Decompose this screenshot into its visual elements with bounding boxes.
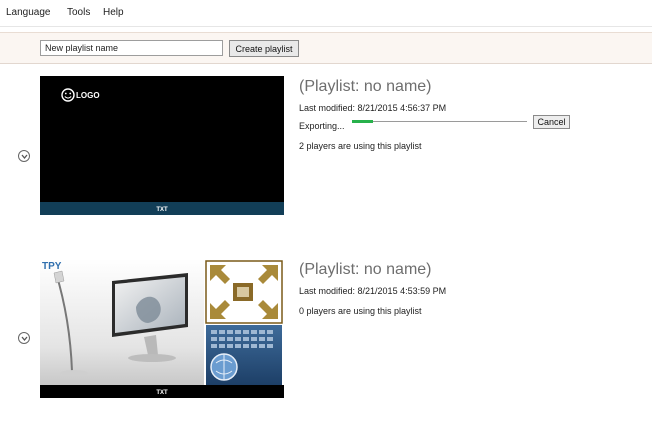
thumbnail-brand-text: TPY — [42, 261, 62, 272]
playlist-card: LOGO TXT (Playlist: no name) Last modifi… — [0, 70, 652, 220]
playlist-card: TPY TXT (Playlist: no name) Last modifie… — [0, 255, 652, 405]
menu-tools[interactable]: Tools — [67, 7, 90, 18]
last-modified-text: Last modified: 8/21/2015 4:53:59 PM — [299, 286, 447, 296]
players-count-text: 2 players are using this playlist — [299, 141, 422, 151]
thumbnail-image: LOGO TXT — [40, 76, 284, 215]
thumbnail-logo-text: LOGO — [76, 91, 100, 100]
chevron-down-icon — [21, 154, 27, 159]
menu-help[interactable]: Help — [103, 7, 124, 18]
menu-language[interactable]: Language — [6, 7, 51, 18]
playlist-title[interactable]: (Playlist: no name) — [299, 261, 432, 279]
globe-icon — [206, 325, 282, 385]
players-count-text: 0 players are using this playlist — [299, 306, 422, 316]
last-modified-text: Last modified: 8/21/2015 4:56:37 PM — [299, 103, 447, 113]
playlist-thumbnail[interactable]: TPY TXT — [40, 259, 284, 398]
thumbnail-footer-text: TXT — [156, 207, 168, 213]
export-progress-bar — [352, 120, 527, 123]
move-arrows-icon — [205, 260, 283, 324]
expand-playlist-button[interactable] — [18, 332, 30, 344]
playlist-title[interactable]: (Playlist: no name) — [299, 78, 432, 96]
playlist-toolbar: Create playlist — [0, 32, 652, 64]
playlist-name-input[interactable] — [40, 40, 223, 56]
expand-playlist-button[interactable] — [18, 150, 30, 162]
create-playlist-button[interactable]: Create playlist — [229, 40, 299, 57]
cancel-export-button[interactable]: Cancel — [533, 115, 570, 129]
menu-bar: Language Tools Help — [0, 0, 652, 27]
playlist-thumbnail[interactable]: LOGO TXT — [40, 76, 284, 215]
thumbnail-footer-text: TXT — [156, 390, 168, 396]
export-progress-fill — [352, 120, 373, 123]
thumbnail-image: TPY TXT — [40, 259, 284, 398]
chevron-down-icon — [21, 336, 27, 341]
export-status-text: Exporting... — [299, 121, 345, 131]
